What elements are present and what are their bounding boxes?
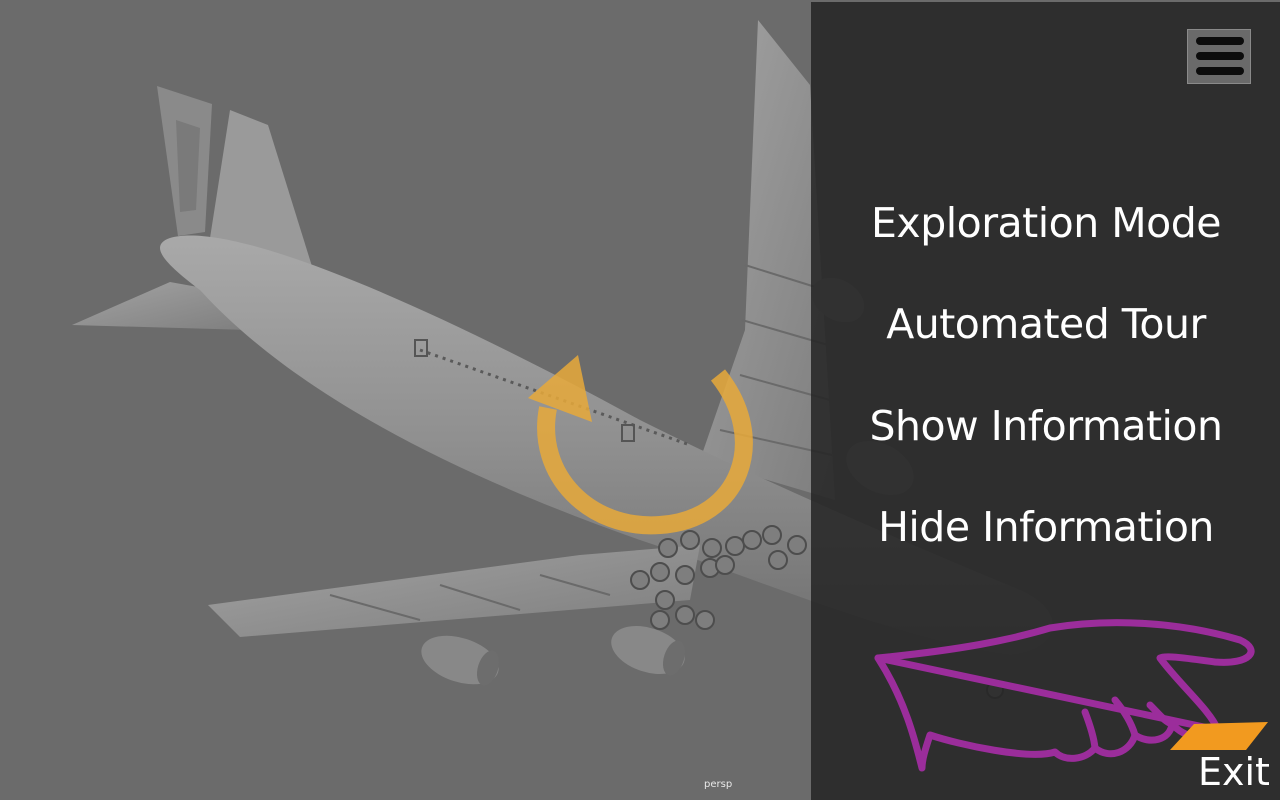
automated-tour-button[interactable]: Automated Tour [846, 300, 1246, 348]
show-information-button[interactable]: Show Information [846, 402, 1246, 450]
hamburger-menu-button[interactable] [1187, 29, 1251, 84]
side-menu-panel [811, 2, 1280, 800]
camera-label: persp [704, 779, 733, 790]
exploration-mode-button[interactable]: Exploration Mode [846, 199, 1246, 247]
hide-information-button[interactable]: Hide Information [846, 503, 1246, 551]
exit-label: Exit [1198, 750, 1270, 794]
near-wing [208, 545, 700, 686]
exit-button[interactable]: Exit [1166, 720, 1276, 798]
